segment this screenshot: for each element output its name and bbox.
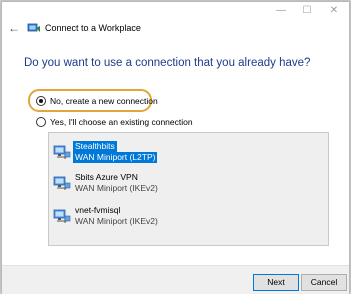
maximize-button[interactable]: ☐ (294, 4, 320, 18)
connection-type: WAN Miniport (L2TP) (73, 152, 158, 163)
radio-create-new-connection[interactable]: No, create a new connection (36, 94, 158, 108)
radio-label: Yes, I'll choose an existing connection (50, 117, 193, 127)
wizard-window: — ☐ ✕ ← Connect to a Workplace Do you wa… (1, 1, 350, 294)
connection-list[interactable]: Stealthbits WAN Miniport (L2TP) Sbits Az… (48, 132, 329, 246)
connection-name: Stealthbits (73, 141, 117, 152)
button-bar: Next Cancel (2, 265, 349, 294)
minimize-button[interactable]: — (268, 4, 294, 18)
network-connection-icon (53, 145, 71, 159)
next-button[interactable]: Next (253, 274, 299, 291)
window-title: Connect to a Workplace (45, 23, 141, 33)
page-heading: Do you want to use a connection that you… (24, 57, 311, 69)
close-button[interactable]: ✕ (321, 4, 347, 18)
radio-label: No, create a new connection (50, 96, 158, 106)
radio-use-existing-connection[interactable]: Yes, I'll choose an existing connection (36, 115, 193, 129)
network-connection-icon (53, 176, 71, 190)
connection-type: WAN Miniport (IKEv2) (75, 216, 158, 226)
connection-name: vnet-fvmisql (75, 205, 121, 215)
title-bar: — ☐ ✕ ← Connect to a Workplace (2, 2, 349, 35)
back-arrow-icon[interactable]: ← (6, 21, 22, 35)
network-wizard-icon (27, 23, 40, 32)
cancel-button[interactable]: Cancel (301, 274, 347, 291)
connection-name: Sbits Azure VPN (75, 172, 138, 182)
network-connection-icon (53, 209, 71, 223)
connection-type: WAN Miniport (IKEv2) (75, 183, 158, 193)
radio-button-checked[interactable] (36, 96, 46, 106)
radio-button-unchecked[interactable] (36, 117, 46, 127)
